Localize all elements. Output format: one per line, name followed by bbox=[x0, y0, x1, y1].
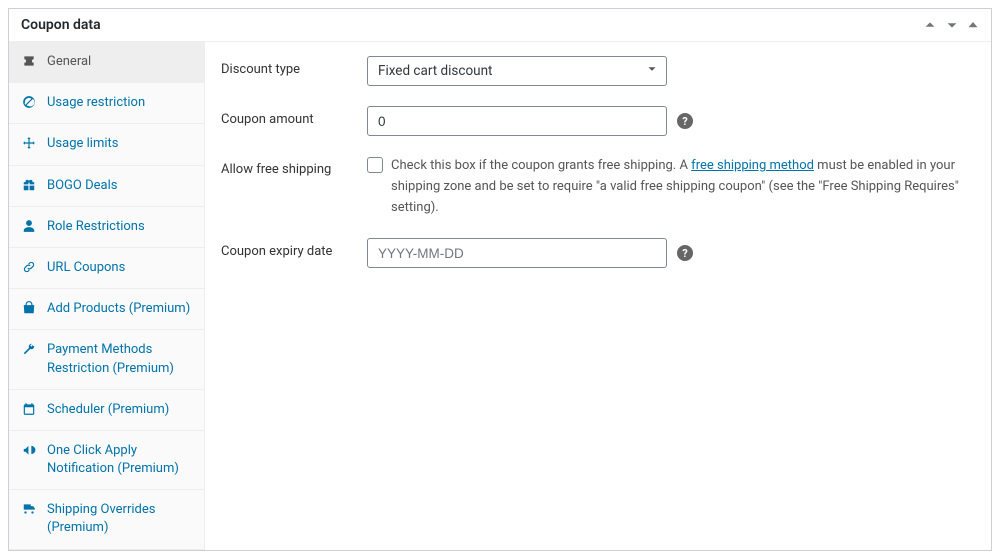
sidebar-item-label: BOGO Deals bbox=[47, 177, 117, 195]
arrows-icon bbox=[21, 136, 37, 150]
help-icon[interactable]: ? bbox=[677, 113, 693, 129]
sidebar-item-url-coupons[interactable]: URL Coupons bbox=[9, 248, 204, 289]
sidebar-item-payment-methods[interactable]: Payment Methods Restriction (Premium) bbox=[9, 330, 204, 389]
sidebar-item-label: Usage restriction bbox=[47, 94, 145, 112]
sidebar-item-label: Add Products (Premium) bbox=[47, 300, 190, 318]
sidebar-item-label: URL Coupons bbox=[47, 259, 125, 277]
sidebar-item-bogo-deals[interactable]: BOGO Deals bbox=[9, 166, 204, 207]
toggle-panel-icon[interactable] bbox=[967, 19, 979, 31]
free-shipping-checkbox[interactable] bbox=[367, 157, 383, 173]
panel-header-actions bbox=[923, 18, 979, 32]
sidebar-item-scheduler[interactable]: Scheduler (Premium) bbox=[9, 390, 204, 431]
sidebar-item-add-products[interactable]: Add Products (Premium) bbox=[9, 289, 204, 330]
move-up-icon[interactable] bbox=[923, 18, 937, 32]
coupon-amount-input[interactable] bbox=[367, 106, 667, 136]
discount-type-row: Discount type Fixed cart discount bbox=[221, 56, 975, 86]
general-tab-content: Discount type Fixed cart discount Coupon… bbox=[205, 42, 991, 550]
bag-icon bbox=[21, 301, 37, 315]
discount-type-select[interactable]: Fixed cart discount bbox=[367, 56, 667, 86]
sidebar: General Usage restriction Usage limits B… bbox=[9, 42, 205, 550]
free-shipping-row: Allow free shipping Check this box if th… bbox=[221, 156, 975, 218]
ban-icon bbox=[21, 95, 37, 109]
coupon-amount-row: Coupon amount ? bbox=[221, 106, 975, 136]
sidebar-item-label: One Click Apply Notification (Premium) bbox=[47, 442, 192, 478]
expiry-date-input[interactable] bbox=[367, 238, 667, 268]
sidebar-item-one-click-apply[interactable]: One Click Apply Notification (Premium) bbox=[9, 431, 204, 490]
panel-title: Coupon data bbox=[21, 17, 101, 33]
panel-body: General Usage restriction Usage limits B… bbox=[9, 42, 991, 550]
gift-icon bbox=[21, 178, 37, 192]
sidebar-item-general[interactable]: General bbox=[9, 42, 204, 83]
sidebar-item-label: Shipping Overrides (Premium) bbox=[47, 501, 192, 537]
ticket-icon bbox=[21, 54, 37, 68]
coupon-amount-label: Coupon amount bbox=[221, 106, 367, 127]
wrench-icon bbox=[21, 342, 37, 356]
free-shipping-description: Check this box if the coupon grants free… bbox=[391, 156, 975, 218]
move-down-icon[interactable] bbox=[945, 18, 959, 32]
sidebar-item-label: Usage limits bbox=[47, 135, 118, 153]
sidebar-item-usage-limits[interactable]: Usage limits bbox=[9, 124, 204, 165]
sidebar-item-label: Scheduler (Premium) bbox=[47, 401, 169, 419]
link-icon bbox=[21, 260, 37, 274]
panel-header: Coupon data bbox=[9, 9, 991, 42]
coupon-data-panel: Coupon data General Usage restriction Us… bbox=[8, 8, 992, 551]
expiry-date-label: Coupon expiry date bbox=[221, 238, 367, 259]
free-shipping-label: Allow free shipping bbox=[221, 156, 367, 177]
help-icon[interactable]: ? bbox=[677, 245, 693, 261]
megaphone-icon bbox=[21, 443, 37, 457]
sidebar-item-label: General bbox=[47, 53, 91, 71]
sidebar-item-label: Payment Methods Restriction (Premium) bbox=[47, 341, 192, 377]
sidebar-item-usage-restriction[interactable]: Usage restriction bbox=[9, 83, 204, 124]
sidebar-item-shipping-overrides[interactable]: Shipping Overrides (Premium) bbox=[9, 490, 204, 549]
sidebar-item-role-restrictions[interactable]: Role Restrictions bbox=[9, 207, 204, 248]
calendar-icon bbox=[21, 402, 37, 416]
expiry-date-row: Coupon expiry date ? bbox=[221, 238, 975, 268]
discount-type-label: Discount type bbox=[221, 56, 367, 77]
truck-icon bbox=[21, 502, 37, 516]
user-icon bbox=[21, 219, 37, 233]
free-shipping-method-link[interactable]: free shipping method bbox=[691, 158, 814, 173]
sidebar-item-label: Role Restrictions bbox=[47, 218, 145, 236]
discount-type-value: Fixed cart discount bbox=[378, 63, 492, 79]
